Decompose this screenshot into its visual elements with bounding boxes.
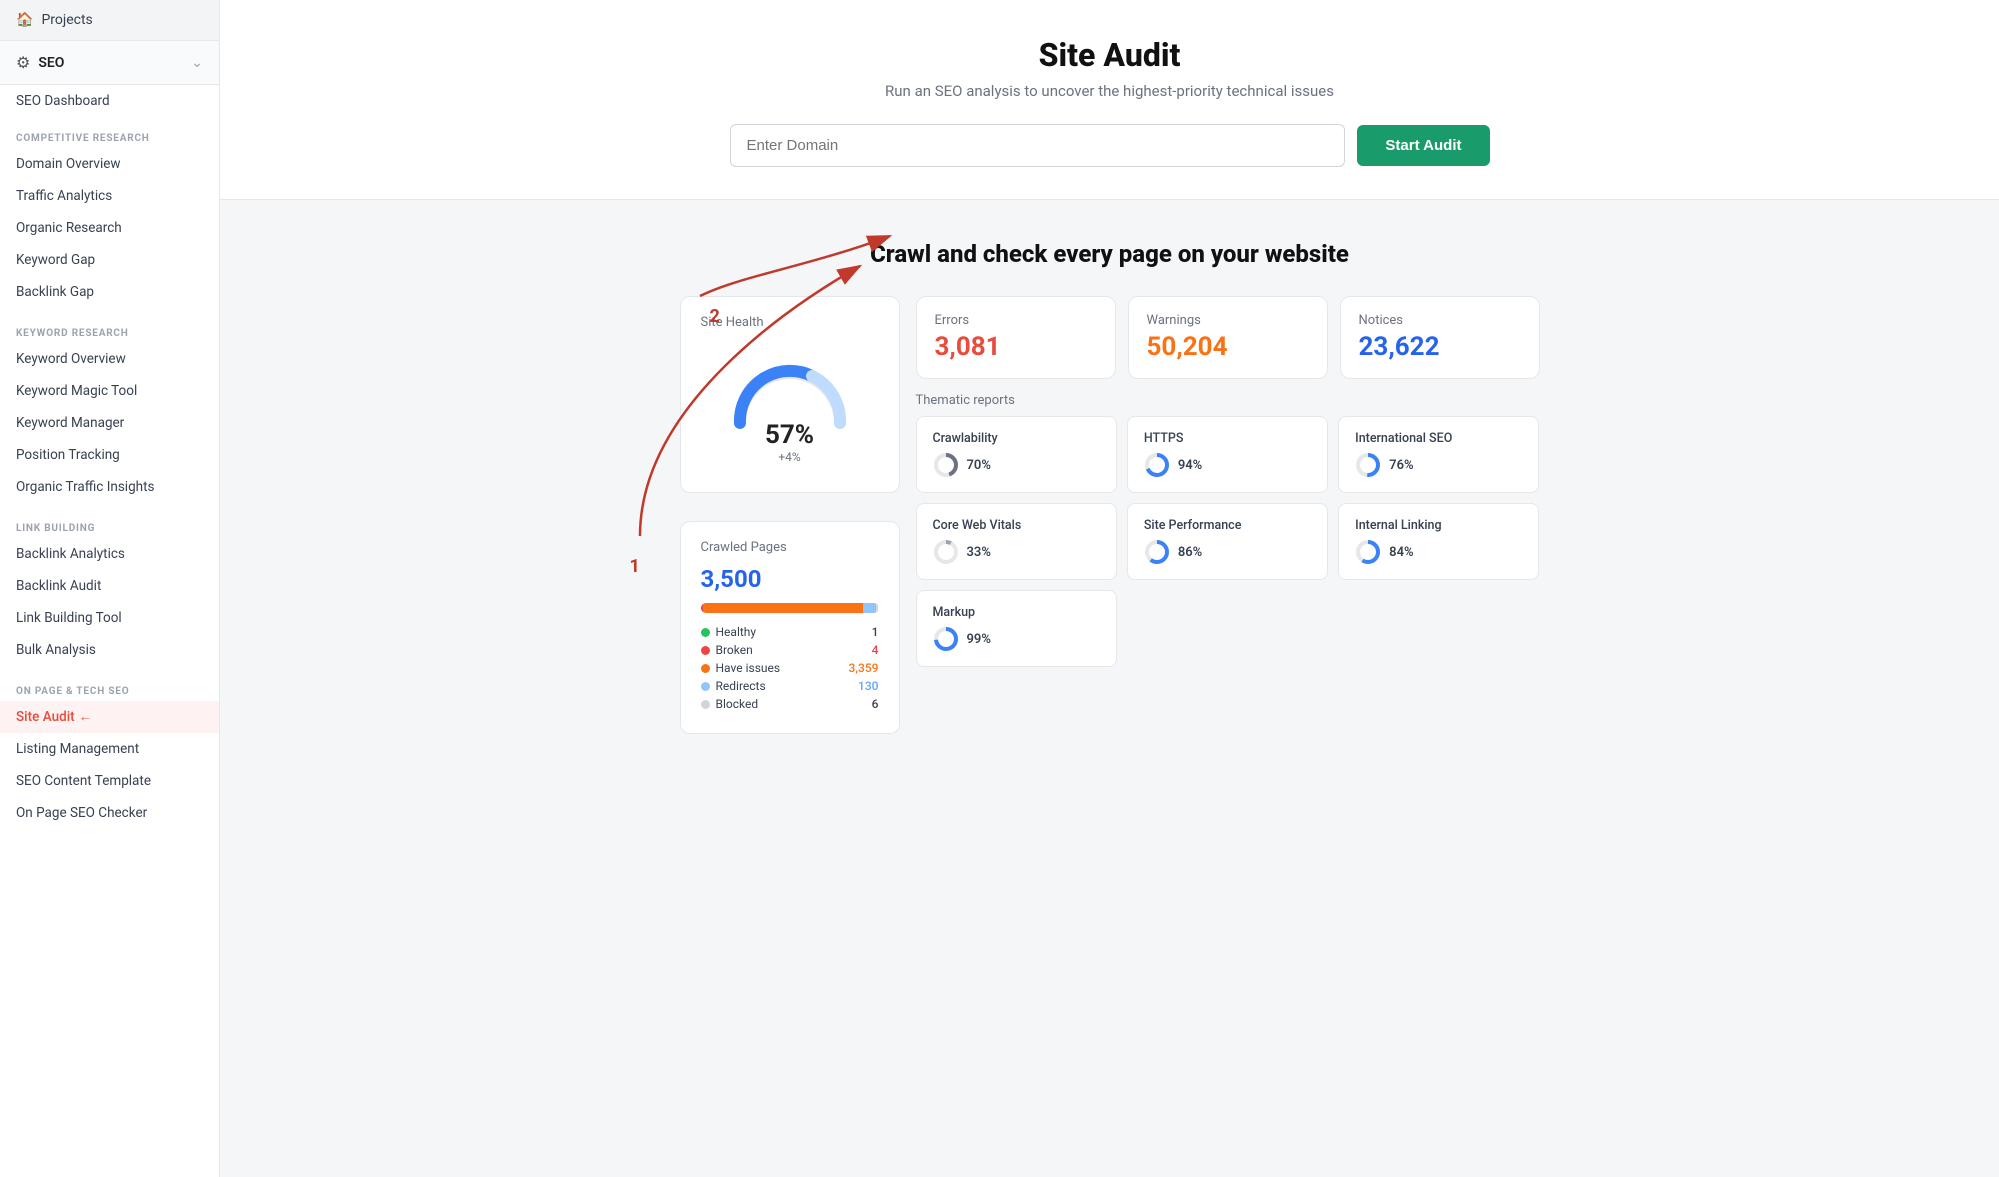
sidebar-item-keyword-magic-tool[interactable]: Keyword Magic Tool [0, 375, 219, 407]
notices-value: 23,622 [1359, 332, 1521, 362]
gauge-percent: 57% [765, 420, 814, 450]
errors-card: Errors 3,081 [916, 296, 1116, 379]
thematic-reports-section: Thematic reports Crawlability [916, 393, 1540, 667]
main-content: Site Audit Run an SEO analysis to uncove… [220, 0, 1999, 1177]
thematic-markup[interactable]: Markup 99% [916, 590, 1117, 667]
keyword-research-section: KEYWORD RESEARCH Keyword Overview Keywor… [0, 312, 219, 507]
thematic-reports-label: Thematic reports [916, 393, 1540, 408]
thematic-internal-linking[interactable]: Internal Linking 84% [1338, 503, 1539, 580]
warnings-label: Warnings [1147, 313, 1309, 328]
sidebar-item-domain-overview[interactable]: Domain Overview [0, 148, 219, 180]
on-page-header: ON PAGE & TECH SEO [0, 680, 219, 701]
notices-card: Notices 23,622 [1340, 296, 1540, 379]
thematic-https[interactable]: HTTPS 94% [1127, 416, 1328, 493]
sidebar-item-keyword-gap[interactable]: Keyword Gap [0, 244, 219, 276]
competitive-research-section: COMPETITIVE RESEARCH Domain Overview Tra… [0, 117, 219, 312]
legend-healthy: Healthy 1 [701, 625, 879, 639]
domain-input[interactable] [730, 124, 1346, 167]
competitive-research-header: COMPETITIVE RESEARCH [0, 127, 219, 148]
stats-row: Errors 3,081 Warnings 50,204 Notices 23,… [916, 296, 1540, 379]
errors-label: Errors [935, 313, 1097, 328]
on-page-tech-seo-section: ON PAGE & TECH SEO Site Audit ← Listing … [0, 670, 219, 833]
sidebar-item-on-page-seo-checker[interactable]: On Page SEO Checker [0, 797, 219, 829]
seo-section-header[interactable]: ⚙ SEO ⌄ [0, 41, 219, 85]
markup-row: Markup 99% [916, 590, 1540, 667]
link-building-section: LINK BUILDING Backlink Analytics Backlin… [0, 507, 219, 670]
sidebar-item-site-audit[interactable]: Site Audit ← [0, 701, 219, 733]
gauge-container: 57% +4% [701, 348, 879, 464]
keyword-research-header: KEYWORD RESEARCH [0, 322, 219, 343]
thematic-grid: Crawlability 70% [916, 416, 1540, 580]
sidebar-item-listing-management[interactable]: Listing Management [0, 733, 219, 765]
crawled-pages-label: Crawled Pages [701, 540, 879, 555]
page-title: Site Audit [260, 36, 1959, 74]
hero-subtitle: Run an SEO analysis to uncover the highe… [260, 82, 1959, 100]
projects-label: Projects [41, 12, 92, 28]
sidebar-item-position-tracking[interactable]: Position Tracking [0, 439, 219, 471]
thematic-international-seo[interactable]: International SEO 76% [1338, 416, 1539, 493]
sidebar-item-backlink-audit[interactable]: Backlink Audit [0, 570, 219, 602]
warnings-card: Warnings 50,204 [1128, 296, 1328, 379]
internal-linking-donut [1355, 539, 1381, 565]
seo-icon: ⚙ [16, 53, 30, 72]
right-panel: Errors 3,081 Warnings 50,204 Notices 23,… [916, 296, 1540, 734]
sidebar-item-link-building-tool[interactable]: Link Building Tool [0, 602, 219, 634]
crawl-section: Crawl and check every page on your websi… [220, 200, 1999, 774]
crawled-pages-card: Crawled Pages 3,500 [680, 521, 900, 734]
projects-nav-item[interactable]: 🏠 Projects [0, 0, 219, 41]
https-donut [1144, 452, 1170, 478]
sidebar-item-backlink-analytics[interactable]: Backlink Analytics [0, 538, 219, 570]
crawled-legend: Healthy 1 Broken 4 Have issues 3,359 [701, 625, 879, 711]
crawled-count: 3,500 [701, 565, 879, 593]
legend-blocked: Blocked 6 [701, 697, 879, 711]
hero-section: Site Audit Run an SEO analysis to uncove… [220, 0, 1999, 200]
notices-label: Notices [1359, 313, 1521, 328]
international-seo-donut [1355, 452, 1381, 478]
thematic-crawlability[interactable]: Crawlability 70% [916, 416, 1117, 493]
crawlability-donut [933, 452, 959, 478]
hero-input-row: Start Audit [730, 124, 1490, 167]
crawl-title: Crawl and check every page on your websi… [280, 240, 1939, 268]
warnings-value: 50,204 [1147, 332, 1309, 362]
link-building-header: LINK BUILDING [0, 517, 219, 538]
sidebar-item-organic-traffic-insights[interactable]: Organic Traffic Insights [0, 471, 219, 503]
site-performance-donut [1144, 539, 1170, 565]
active-arrow-icon: ← [79, 709, 93, 725]
legend-redirects: Redirects 130 [701, 679, 879, 693]
core-web-vitals-donut [933, 539, 959, 565]
sidebar-item-seo-content-template[interactable]: SEO Content Template [0, 765, 219, 797]
thematic-core-web-vitals[interactable]: Core Web Vitals 33% [916, 503, 1117, 580]
thematic-site-performance[interactable]: Site Performance 86% [1127, 503, 1328, 580]
sidebar-item-traffic-analytics[interactable]: Traffic Analytics [0, 180, 219, 212]
seo-dashboard-label: SEO Dashboard [16, 93, 110, 109]
sidebar-item-organic-research[interactable]: Organic Research [0, 212, 219, 244]
legend-broken: Broken 4 [701, 643, 879, 657]
annotation-1: 1 [630, 556, 640, 577]
dashboard-grid: Site Health 57% [680, 296, 1540, 734]
sidebar: 🏠 Projects ⚙ SEO ⌄ SEO Dashboard COMPETI… [0, 0, 220, 1177]
legend-have-issues: Have issues 3,359 [701, 661, 879, 675]
markup-donut [933, 626, 959, 652]
gauge-svg [725, 348, 855, 428]
sidebar-item-backlink-gap[interactable]: Backlink Gap [0, 276, 219, 308]
errors-value: 3,081 [935, 332, 1097, 362]
gauge-delta: +4% [778, 450, 800, 464]
sidebar-item-keyword-overview[interactable]: Keyword Overview [0, 343, 219, 375]
crawled-progress-bar [701, 603, 879, 613]
annotation-2: 2 [710, 306, 720, 327]
sidebar-item-bulk-analysis[interactable]: Bulk Analysis [0, 634, 219, 666]
chevron-down-icon: ⌄ [191, 55, 203, 71]
projects-icon: 🏠 [16, 12, 33, 28]
start-audit-button[interactable]: Start Audit [1357, 125, 1489, 166]
seo-label: SEO [38, 55, 191, 71]
sidebar-item-seo-dashboard[interactable]: SEO Dashboard [0, 85, 219, 117]
sidebar-item-keyword-manager[interactable]: Keyword Manager [0, 407, 219, 439]
